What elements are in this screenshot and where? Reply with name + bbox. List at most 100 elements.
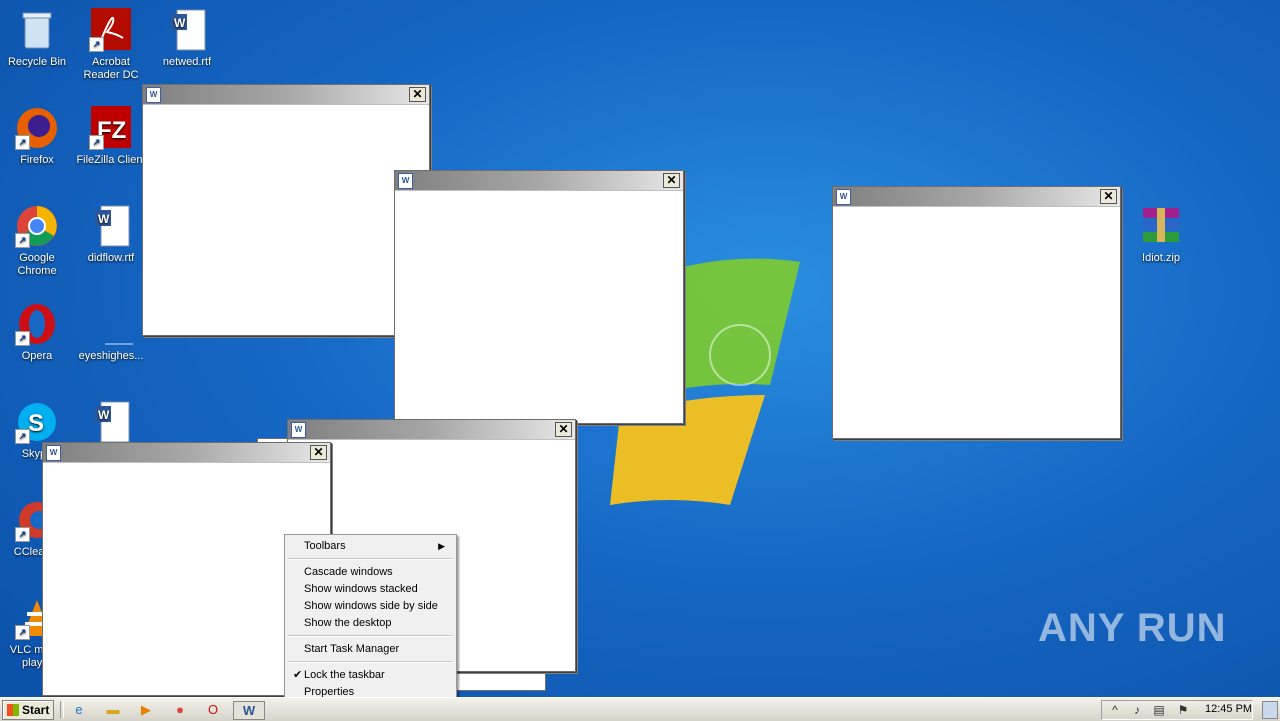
shortcut-arrow-icon: ↗	[15, 135, 30, 150]
menu-item-label: Show windows side by side	[304, 600, 438, 612]
menu-item-side-by-side[interactable]: Show windows side by side	[288, 598, 453, 615]
window-titlebar[interactable]: W ✕	[395, 171, 683, 191]
word-app-icon: W	[46, 445, 61, 461]
taskbar-context-menu: Toolbars ▶ Cascade windows Show windows …	[284, 534, 457, 704]
menu-item-label: Toolbars	[304, 540, 346, 552]
desktop-icon-filezilla[interactable]: FZ ↗ FileZilla Client	[74, 106, 148, 167]
word-app-icon: W	[146, 87, 161, 103]
start-button[interactable]: Start	[2, 700, 54, 720]
desktop-icon-label: netwed.rtf	[162, 56, 212, 68]
shortcut-arrow-icon: ↗	[15, 331, 30, 346]
filezilla-icon: FZ ↗	[89, 106, 133, 150]
close-button[interactable]: ✕	[663, 173, 680, 188]
close-button[interactable]: ✕	[409, 87, 426, 102]
desktop-icon-label: eyeshighes...	[78, 350, 144, 362]
close-button[interactable]: ✕	[555, 422, 572, 437]
shortcut-arrow-icon: ↗	[15, 625, 30, 640]
word-document-icon: W	[165, 8, 209, 52]
show-hidden-icons-icon[interactable]: ^	[1108, 703, 1122, 717]
desktop-icon-chrome[interactable]: ↗ Google Chrome	[0, 204, 74, 278]
chrome-icon: ↗	[15, 204, 59, 248]
desktop-icon-didflow-rtf[interactable]: W didflow.rtf	[74, 204, 148, 265]
show-desktop-button[interactable]	[1262, 701, 1278, 719]
menu-item-toolbars[interactable]: Toolbars ▶	[288, 538, 453, 555]
action-center-flag-icon[interactable]: ⚑	[1176, 703, 1190, 717]
opera-icon: ↗	[15, 302, 59, 346]
menu-item-label: Show windows stacked	[304, 583, 418, 595]
desktop-icon-label: FileZilla Client	[76, 154, 146, 166]
taskbar-separator	[60, 701, 64, 718]
desktop-icon-label: Idiot.zip	[1142, 252, 1180, 264]
windows-logo-icon	[7, 704, 19, 716]
desktop-icon-acrobat[interactable]: ↗ Acrobat Reader DC	[74, 8, 148, 82]
shortcut-arrow-icon: ↗	[15, 429, 30, 444]
window-titlebar[interactable]: W ✕	[833, 187, 1120, 207]
desktop-icon-eyeshighes[interactable]: eyeshighes...	[74, 302, 148, 363]
opera-taskbar-icon[interactable]: O	[204, 701, 222, 718]
skype-icon: S ↗	[15, 400, 59, 444]
desktop-icon-label: Firefox	[20, 154, 54, 166]
word-document-icon: W	[89, 204, 133, 248]
firefox-icon: ↗	[15, 106, 59, 150]
menu-item-label: Cascade windows	[304, 566, 393, 578]
menu-separator	[288, 661, 453, 663]
blank-file-icon	[89, 302, 133, 346]
internet-explorer-icon[interactable]: e	[70, 701, 88, 718]
start-label: Start	[22, 703, 50, 717]
winrar-archive-icon	[1139, 204, 1183, 248]
svg-text:W: W	[174, 16, 186, 30]
volume-icon[interactable]: ♪	[1130, 703, 1144, 717]
desktop-icon-netwed-rtf[interactable]: W netwed.rtf	[150, 8, 224, 69]
svg-text:S: S	[28, 410, 44, 437]
shortcut-arrow-icon: ↗	[89, 37, 104, 52]
document-window-2[interactable]: W ✕	[394, 170, 684, 424]
menu-item-show-desktop[interactable]: Show the desktop	[288, 615, 453, 632]
menu-separator	[288, 558, 453, 560]
menu-item-label: Show the desktop	[304, 617, 392, 629]
submenu-arrow-icon: ▶	[438, 541, 445, 551]
window-titlebar[interactable]: W ✕	[143, 85, 429, 105]
media-player-icon[interactable]: ▶	[137, 701, 155, 718]
network-icon[interactable]: ▤	[1152, 703, 1166, 717]
close-button[interactable]: ✕	[1100, 189, 1117, 204]
word-document-icon: W	[89, 400, 133, 444]
menu-item-cascade-windows[interactable]: Cascade windows	[288, 564, 453, 581]
anyrun-watermark: ANY RUN	[1038, 606, 1227, 650]
svg-text:W: W	[98, 212, 110, 226]
desktop-icon-opera[interactable]: ↗ Opera	[0, 302, 74, 363]
desktop-icon-recycle-bin[interactable]: Recycle Bin	[0, 8, 74, 69]
chrome-taskbar-icon[interactable]: ●	[171, 701, 189, 718]
menu-item-lock-taskbar[interactable]: ✔ Lock the taskbar	[288, 667, 453, 684]
window-titlebar[interactable]: W ✕	[43, 443, 330, 463]
desktop-icon-label: Opera	[21, 350, 53, 362]
menu-separator	[288, 635, 453, 637]
desktop-icon-label: Recycle Bin	[7, 56, 67, 68]
menu-item-show-stacked[interactable]: Show windows stacked	[288, 581, 453, 598]
shortcut-arrow-icon: ↗	[15, 233, 30, 248]
window-titlebar[interactable]: W ✕	[288, 420, 575, 440]
word-app-icon: W	[291, 422, 306, 438]
desktop-icon-word-doc[interactable]: W	[74, 400, 148, 448]
word-app-icon: W	[836, 189, 851, 205]
word-app-icon: W	[398, 173, 413, 189]
shortcut-arrow-icon: ↗	[15, 527, 30, 542]
desktop-icon-idiot-zip[interactable]: Idiot.zip	[1124, 204, 1198, 265]
document-window-1[interactable]: W ✕	[142, 84, 430, 336]
recycle-bin-icon	[15, 8, 59, 52]
checkmark-icon: ✔	[293, 669, 303, 681]
desktop-icon-firefox[interactable]: ↗ Firefox	[0, 106, 74, 167]
close-button[interactable]: ✕	[310, 445, 327, 460]
folder-icon[interactable]: ▬	[104, 701, 122, 718]
menu-item-label: Start Task Manager	[304, 643, 400, 655]
shortcut-arrow-icon: ↗	[89, 135, 104, 150]
document-window-3[interactable]: W ✕	[832, 186, 1121, 439]
desktop-icon-label: didflow.rtf	[87, 252, 135, 264]
acrobat-icon: ↗	[89, 8, 133, 52]
desktop: Recycle Bin ↗ Acrobat Reader DC W netwed…	[0, 0, 1280, 697]
menu-item-task-manager[interactable]: Start Task Manager	[288, 641, 453, 658]
word-taskbar-button[interactable]: W	[233, 701, 265, 720]
desktop-icon-label: Acrobat Reader DC	[83, 56, 139, 81]
taskbar-clock[interactable]: 12:45 PM	[1205, 703, 1252, 715]
desktop-icon-label: Google Chrome	[17, 252, 57, 277]
taskbar: Start e ▬ ▶ ● O W ^ ♪ ▤ ⚑ 12:45 PM	[0, 697, 1280, 721]
